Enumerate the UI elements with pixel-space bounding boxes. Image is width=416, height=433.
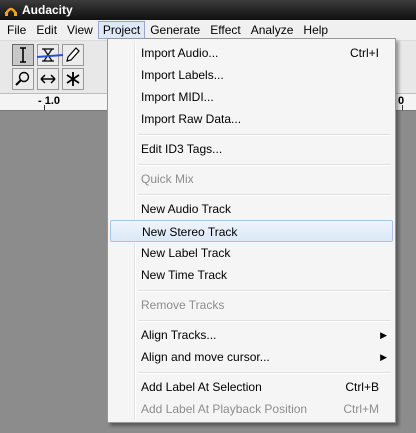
menu-item-quick-mix: Quick Mix: [110, 168, 393, 190]
menu-item-import-labels[interactable]: Import Labels...: [110, 64, 393, 86]
menu-item-import-audio[interactable]: Import Audio... Ctrl+I: [110, 42, 393, 64]
menu-item-label: New Time Track: [141, 268, 228, 282]
menu-item-label: New Stereo Track: [142, 225, 238, 239]
menu-separator: [138, 320, 391, 322]
asterisk-icon: [66, 72, 80, 86]
menu-item-label: Edit ID3 Tags...: [141, 142, 223, 156]
menu-help[interactable]: Help: [298, 21, 333, 39]
menu-item-label: Import MIDI...: [141, 90, 214, 104]
audacity-logo-icon: [4, 7, 18, 16]
menu-analyze[interactable]: Analyze: [246, 21, 299, 39]
menu-separator: [138, 194, 391, 196]
blue-line-icon: [37, 54, 63, 58]
title-bar: Audacity: [0, 0, 416, 20]
envelope-line-indicator: [37, 54, 63, 59]
menu-separator: [138, 134, 391, 136]
menu-item-add-label-at-selection[interactable]: Add Label At Selection Ctrl+B: [110, 376, 393, 398]
window-title: Audacity: [22, 3, 73, 17]
menu-item-new-audio-track[interactable]: New Audio Track: [110, 198, 393, 220]
menu-separator: [138, 290, 391, 292]
menu-item-label: Import Raw Data...: [141, 112, 242, 126]
multi-tool-button[interactable]: [62, 68, 84, 90]
menu-item-shortcut: Ctrl+M: [343, 402, 379, 416]
draw-tool-button[interactable]: [62, 44, 84, 66]
menu-file[interactable]: File: [2, 21, 31, 39]
menu-item-label: Import Audio...: [141, 46, 219, 60]
menu-item-label: Import Labels...: [141, 68, 224, 82]
double-arrow-icon: [40, 74, 56, 84]
menu-separator: [138, 164, 391, 166]
ruler-tick: [402, 105, 403, 110]
menu-item-label: New Audio Track: [141, 202, 232, 216]
menu-item-label: Quick Mix: [141, 172, 194, 186]
zoom-tool-button[interactable]: [12, 68, 34, 90]
ruler-tick: [44, 105, 45, 110]
menu-edit[interactable]: Edit: [31, 21, 62, 39]
menu-view[interactable]: View: [62, 21, 98, 39]
project-menu: Import Audio... Ctrl+I Import Labels... …: [107, 38, 396, 423]
menu-item-new-label-track[interactable]: New Label Track: [110, 242, 393, 264]
menu-item-align-tracks[interactable]: Align Tracks... ▶: [110, 324, 393, 346]
menu-project[interactable]: Project: [97, 21, 146, 39]
submenu-arrow-icon: ▶: [380, 352, 387, 362]
time-shift-tool-button[interactable]: [37, 68, 59, 90]
menu-item-import-raw-data[interactable]: Import Raw Data...: [110, 108, 393, 130]
menu-item-label: Align and move cursor...: [141, 350, 270, 364]
menu-item-align-and-move-cursor[interactable]: Align and move cursor... ▶: [110, 346, 393, 368]
menu-item-new-time-track[interactable]: New Time Track: [110, 264, 393, 286]
pencil-icon: [66, 47, 80, 62]
menu-item-label: New Label Track: [141, 246, 231, 260]
menu-item-new-stereo-track[interactable]: New Stereo Track: [110, 220, 393, 242]
menu-item-label: Add Label At Playback Position: [141, 402, 308, 416]
menu-item-add-label-at-playback-position: Add Label At Playback Position Ctrl+M: [110, 398, 393, 420]
submenu-arrow-icon: ▶: [380, 330, 387, 340]
menu-item-label: Align Tracks...: [141, 328, 217, 342]
menu-item-label: Remove Tracks: [141, 298, 225, 312]
i-beam-icon: [20, 47, 26, 63]
menu-item-edit-id3-tags[interactable]: Edit ID3 Tags...: [110, 138, 393, 160]
menu-generate[interactable]: Generate: [145, 21, 205, 39]
menu-item-shortcut: Ctrl+B: [345, 380, 379, 394]
menu-separator: [138, 372, 391, 374]
menu-item-remove-tracks: Remove Tracks: [110, 294, 393, 316]
magnifier-icon: [15, 71, 30, 86]
menu-item-import-midi[interactable]: Import MIDI...: [110, 86, 393, 108]
ruler-label-negative: - 1.0: [38, 95, 61, 107]
menu-item-shortcut: Ctrl+I: [349, 46, 379, 60]
menu-item-label: Add Label At Selection: [141, 380, 262, 394]
menu-effect[interactable]: Effect: [205, 21, 245, 39]
selection-tool-button[interactable]: [12, 44, 34, 66]
